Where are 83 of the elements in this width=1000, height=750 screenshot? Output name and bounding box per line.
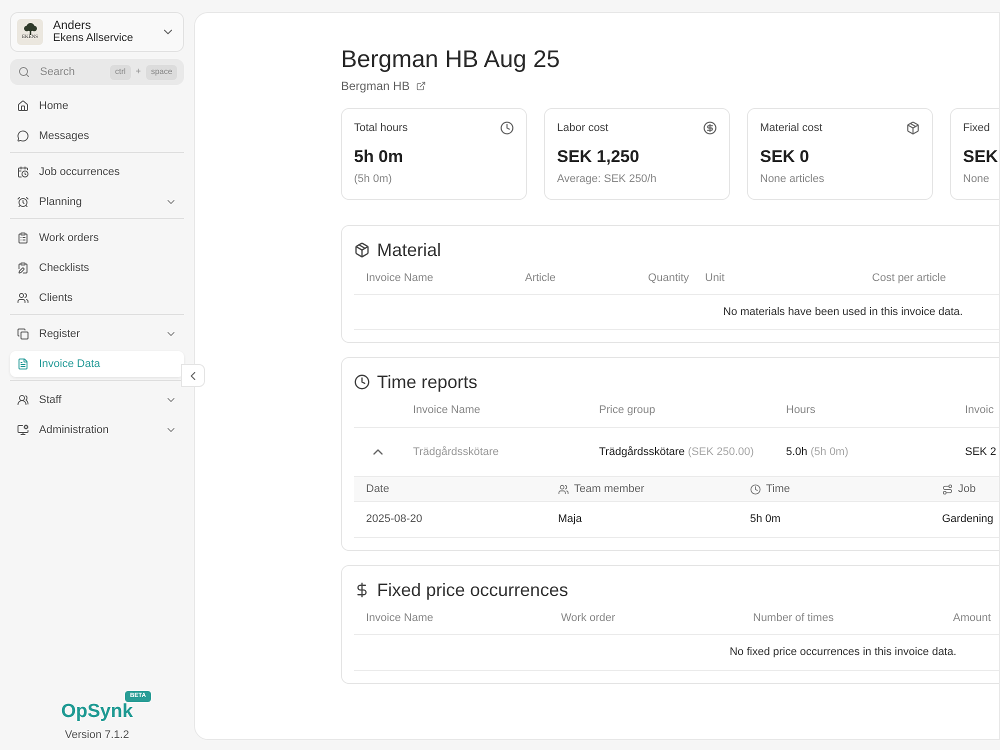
column-header: Hours xyxy=(786,404,816,416)
users-icon xyxy=(558,484,569,494)
stat-detail: None xyxy=(963,172,990,186)
box-icon xyxy=(906,121,920,135)
nav-item[interactable]: Staff xyxy=(10,387,184,413)
table-cell: 2025-08-20 xyxy=(366,513,422,526)
column-header: Invoice Name xyxy=(413,404,480,416)
nav-item[interactable]: Administration xyxy=(10,417,184,443)
users-icon xyxy=(17,394,29,406)
calendar-clock-icon xyxy=(17,166,29,178)
column-header: Number of times xyxy=(753,612,834,624)
empty-message: No materials have been used in this invoice data. xyxy=(723,304,963,320)
table-cell: 5.0h (5h 0m) xyxy=(786,446,848,458)
brand-name: OpSynk xyxy=(61,701,133,722)
empty-message: No fixed price occurrences in this invoice data. xyxy=(730,645,956,660)
shortcut-key: space xyxy=(146,64,178,80)
column-header: Article xyxy=(525,272,556,284)
clock-icon xyxy=(354,374,370,390)
column-header: Quantity xyxy=(648,272,689,284)
column-header: Invoice Name xyxy=(366,272,434,284)
stat-value: 5h 0m xyxy=(354,146,404,168)
plus-sign: + xyxy=(136,65,141,78)
client-link[interactable]: Bergman HB xyxy=(341,79,426,93)
column-header: Amount xyxy=(953,612,991,624)
section-title: Material xyxy=(377,239,442,262)
users-icon xyxy=(17,292,29,304)
stat-label: Material cost xyxy=(760,120,822,136)
stat-label: Total hours xyxy=(354,120,408,136)
table-cell: SEK 2 xyxy=(965,446,996,458)
chat-bubble-icon xyxy=(17,130,29,142)
table-cell: Maja xyxy=(558,513,582,526)
table-cell: Trädgårdsskötare (SEK 250.00) xyxy=(599,446,754,458)
house-icon xyxy=(17,100,29,112)
clock-icon xyxy=(500,121,514,135)
stat-label: Fixed xyxy=(963,120,990,136)
column-header: Work order xyxy=(561,612,616,624)
shortcut-key: ctrl xyxy=(110,64,131,80)
table-cell: Trädgårdsskötare xyxy=(413,446,499,458)
page-title: Bergman HB Aug 25 xyxy=(341,46,560,74)
monitor-gear-icon xyxy=(17,424,29,436)
document-icon xyxy=(17,358,29,370)
nav-item[interactable]: Clients xyxy=(10,285,184,311)
version-label: Version 7.1.2 xyxy=(64,728,130,742)
stacked-squares-icon xyxy=(17,328,29,340)
stat-detail: None articles xyxy=(760,172,824,186)
alarm-clock-icon xyxy=(17,196,29,208)
route-icon xyxy=(942,484,953,494)
column-header: Time xyxy=(766,482,790,497)
tree-icon xyxy=(22,23,38,35)
search-input[interactable]: Search xyxy=(40,64,100,80)
table-cell: Gardening xyxy=(942,513,994,526)
column-header: Unit xyxy=(705,272,725,284)
nav-item[interactable]: Home xyxy=(10,93,184,119)
column-header: Invoic xyxy=(965,404,994,416)
column-header: Invoice Name xyxy=(366,612,434,624)
section-title: Fixed price occurrences xyxy=(377,579,568,602)
stat-value: SEK 1,250 xyxy=(557,146,640,168)
clipboard-pen-icon xyxy=(17,262,29,274)
nav-item[interactable]: Planning xyxy=(10,189,184,215)
nav-item[interactable]: Register xyxy=(10,321,184,347)
nav-item[interactable]: Job occurrences xyxy=(10,159,184,185)
clipboard-list-icon xyxy=(17,232,29,244)
nav-item[interactable]: Work orders xyxy=(10,225,184,251)
dollar-circle-icon xyxy=(703,121,717,135)
clock-icon xyxy=(750,484,761,494)
external-link-icon xyxy=(416,81,426,91)
stat-value: SEK 0 xyxy=(760,146,810,168)
box-icon xyxy=(354,242,370,258)
column-header: Price group xyxy=(599,404,656,416)
section-title: Time reports xyxy=(377,371,478,394)
collapse-sidebar-button[interactable] xyxy=(181,364,205,387)
nav-item[interactable]: Checklists xyxy=(10,255,184,281)
search-icon xyxy=(18,66,30,78)
stat-detail: Average: SEK 250/h xyxy=(557,172,656,186)
nav-item[interactable]: Messages xyxy=(10,123,184,149)
table-cell: 5h 0m xyxy=(750,513,781,526)
column-header: Date xyxy=(366,482,390,497)
column-header: Cost per article xyxy=(872,272,946,284)
stat-detail: (5h 0m) xyxy=(354,172,392,186)
column-header: Job xyxy=(958,482,976,497)
stat-label: Labor cost xyxy=(557,120,608,136)
stat-value: SEK xyxy=(963,146,998,168)
column-header: Team member xyxy=(574,482,644,497)
